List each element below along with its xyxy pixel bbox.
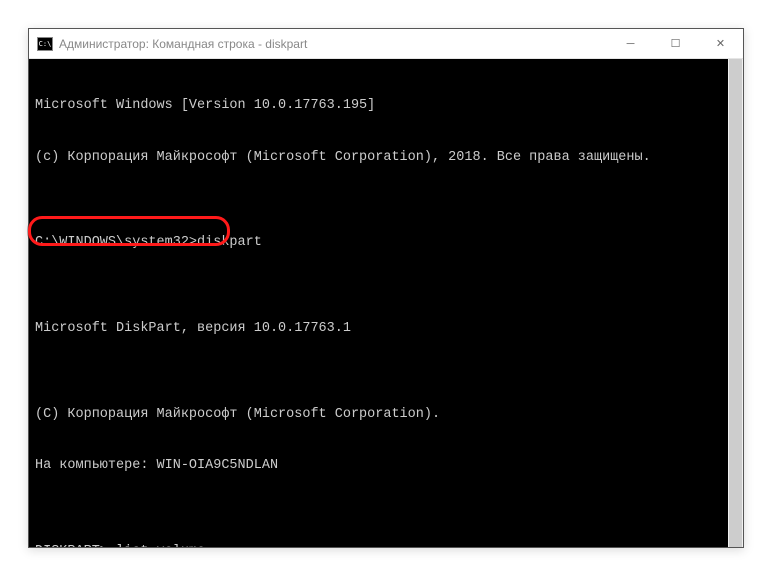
console-line: DISKPART> list volume [35,543,722,547]
console-output[interactable]: Microsoft Windows [Version 10.0.17763.19… [29,59,728,547]
command-prompt-window: C:\ Администратор: Командная строка - di… [28,28,744,548]
console-line: Microsoft DiskPart, версия 10.0.17763.1 [35,320,722,337]
scrollbar-thumb[interactable] [729,59,742,547]
minimize-button[interactable]: ─ [608,29,653,58]
window-title: Администратор: Командная строка - diskpa… [59,37,608,51]
console-line: C:\WINDOWS\system32>diskpart [35,234,722,251]
maximize-icon: ☐ [671,37,681,50]
maximize-button[interactable]: ☐ [653,29,698,58]
close-icon: ✕ [716,37,725,50]
console-line: (с) Корпорация Майкрософт (Microsoft Cor… [35,149,722,166]
vertical-scrollbar[interactable] [728,59,743,547]
console-body: Microsoft Windows [Version 10.0.17763.19… [29,59,743,547]
console-line: Microsoft Windows [Version 10.0.17763.19… [35,97,722,114]
console-line: (С) Корпорация Майкрософт (Microsoft Cor… [35,406,722,423]
app-icon: C:\ [37,37,53,51]
minimize-icon: ─ [627,38,635,50]
console-line: На компьютере: WIN-OIA9C5NDLAN [35,457,722,474]
titlebar[interactable]: C:\ Администратор: Командная строка - di… [29,29,743,59]
window-controls: ─ ☐ ✕ [608,29,743,58]
close-button[interactable]: ✕ [698,29,743,58]
